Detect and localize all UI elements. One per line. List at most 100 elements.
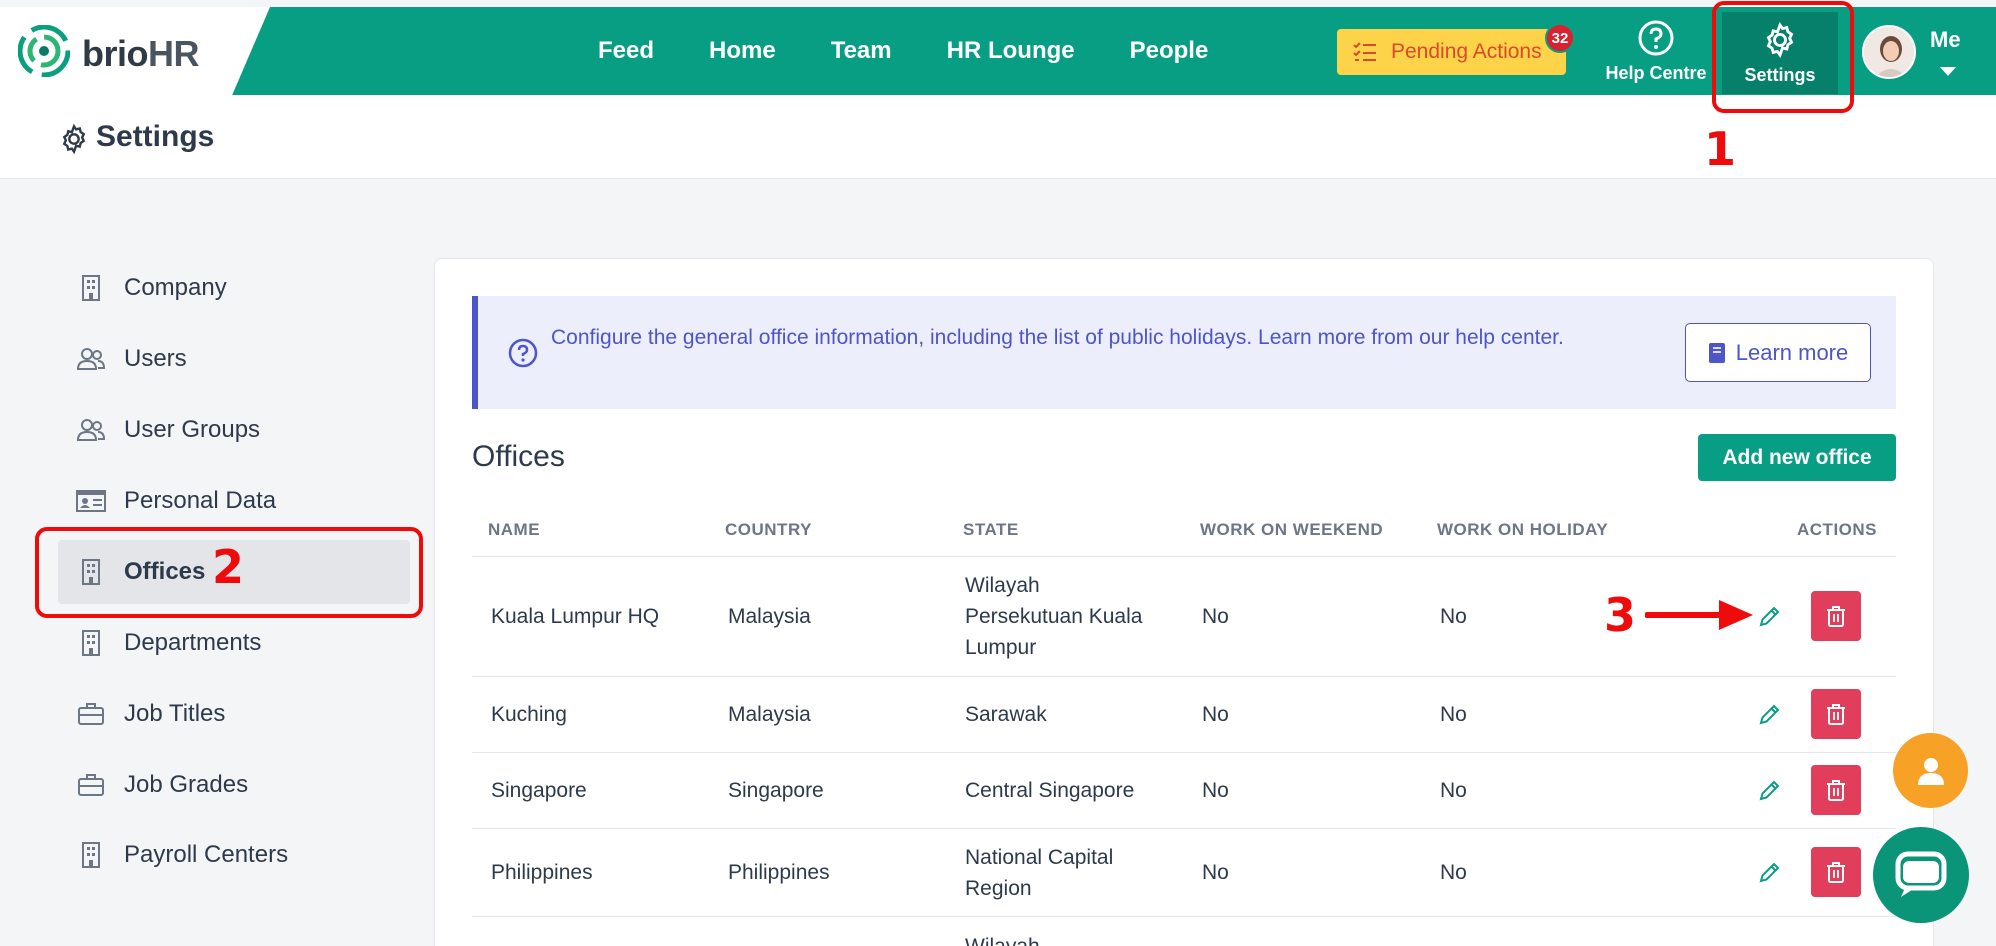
trash-icon — [1827, 780, 1845, 801]
sidebar-item-label: Job Titles — [124, 700, 226, 727]
sidebar-item-label: Users — [124, 345, 187, 372]
sidebar-item-payroll-centers[interactable]: Payroll Centers — [58, 823, 410, 887]
brio-logo-icon — [18, 25, 70, 77]
trash-icon — [1827, 704, 1845, 725]
delete-office-button[interactable] — [1811, 689, 1861, 739]
edit-office-button[interactable] — [1755, 601, 1785, 631]
office-name: Philippines — [491, 861, 593, 884]
column-header-work-on-holiday[interactable]: WORK ON HOLIDAY — [1437, 520, 1608, 540]
column-header-country[interactable]: COUNTRY — [725, 520, 812, 540]
office-work-on-weekend: No — [1202, 779, 1229, 802]
learn-more-label: Learn more — [1735, 339, 1849, 365]
help-icon — [1638, 20, 1674, 55]
help-centre-label: Help Centre — [1605, 62, 1707, 83]
pending-actions-button[interactable]: Pending Actions — [1337, 29, 1566, 75]
office-country: Malaysia — [728, 703, 811, 726]
briefcase-icon — [76, 770, 106, 800]
page-header: Settings — [0, 95, 1996, 179]
learn-more-button[interactable]: Learn more — [1685, 323, 1871, 382]
pending-actions-label: Pending Actions — [1391, 40, 1542, 63]
delete-office-button[interactable] — [1811, 765, 1861, 815]
trash-icon — [1827, 606, 1845, 627]
trash-icon — [1827, 862, 1845, 883]
sidebar-item-personal-data[interactable]: Personal Data — [58, 469, 410, 533]
chevron-down-icon[interactable] — [1940, 67, 1956, 76]
sidebar-item-label: Job Grades — [124, 771, 249, 798]
office-state: Wilayah — [965, 574, 1040, 597]
edit-office-button[interactable] — [1755, 857, 1785, 887]
office-state: Region — [965, 877, 1032, 900]
avatar[interactable] — [1862, 25, 1916, 79]
row-divider — [472, 556, 1896, 557]
pencil-icon — [1759, 780, 1780, 801]
user-icon — [1917, 757, 1944, 785]
edit-office-button[interactable] — [1755, 775, 1785, 805]
logo[interactable]: brioHR — [0, 7, 270, 95]
sidebar-item-users[interactable]: Users — [58, 327, 410, 391]
annotation-arrow-icon — [1645, 600, 1753, 630]
row-divider — [472, 676, 1896, 677]
row-divider — [472, 916, 1896, 917]
office-work-on-holiday: No — [1440, 605, 1467, 628]
column-header-state[interactable]: STATE — [963, 520, 1019, 540]
annotation-box-settings — [1712, 1, 1854, 113]
me-label[interactable]: Me — [1930, 27, 1961, 53]
chat-icon — [1895, 851, 1947, 897]
office-country: Singapore — [728, 779, 824, 802]
nav-people[interactable]: People — [1130, 37, 1209, 65]
chat-button[interactable] — [1873, 827, 1969, 923]
office-work-on-weekend: No — [1202, 605, 1229, 628]
delete-office-button[interactable] — [1811, 847, 1861, 897]
sidebar-item-label: Company — [124, 274, 227, 301]
info-text: Configure the general office information… — [551, 326, 1564, 349]
annotation-number: 3 — [1604, 588, 1637, 642]
office-name: Kuching — [491, 703, 567, 726]
column-header-actions: ACTIONS — [1797, 520, 1877, 539]
office-state: Persekutuan Kuala — [965, 605, 1143, 628]
pencil-icon — [1759, 862, 1780, 883]
office-work-on-holiday: No — [1440, 861, 1467, 884]
delete-office-button[interactable] — [1811, 591, 1861, 641]
building-icon — [76, 840, 106, 870]
row-divider — [472, 752, 1896, 753]
office-work-on-weekend: No — [1202, 861, 1229, 884]
sidebar-item-label: Departments — [124, 629, 262, 656]
office-work-on-holiday: No — [1440, 779, 1467, 802]
office-name: Kuala Lumpur HQ — [491, 605, 660, 628]
page-title: Settings — [96, 120, 215, 153]
help-centre-button[interactable]: Help Centre — [1600, 7, 1712, 95]
column-header-work-on-weekend[interactable]: WORK ON WEEKEND — [1200, 520, 1383, 540]
office-state: Lumpur — [965, 636, 1037, 659]
column-header-name[interactable]: NAME — [488, 520, 540, 540]
office-state: Central Singapore — [965, 779, 1135, 802]
sidebar-item-departments[interactable]: Departments — [58, 611, 410, 675]
annotation-number: 1 — [1704, 122, 1737, 176]
edit-office-button[interactable] — [1755, 699, 1785, 729]
user-support-button[interactable] — [1893, 733, 1968, 808]
sidebar-item-company[interactable]: Company — [58, 256, 410, 320]
sidebar-item-job-grades[interactable]: Job Grades — [58, 753, 410, 817]
pending-count-badge: 32 — [1545, 23, 1575, 53]
sidebar-item-job-titles[interactable]: Job Titles — [58, 682, 410, 746]
sidebar-item-user-groups[interactable]: User Groups — [58, 398, 410, 462]
add-new-office-button[interactable]: Add new office — [1698, 434, 1896, 481]
row-divider — [472, 828, 1896, 829]
nav-links: Feed Home Team HR Lounge People — [598, 7, 1263, 95]
nav-team[interactable]: Team — [831, 37, 892, 65]
annotation-number: 2 — [212, 540, 245, 594]
nav-feed[interactable]: Feed — [598, 37, 654, 65]
offices-heading: Offices — [472, 440, 565, 473]
user-photo-icon — [1864, 27, 1914, 77]
info-banner: Configure the general office information… — [472, 296, 1896, 409]
users-icon — [76, 344, 106, 374]
nav-hr-lounge[interactable]: HR Lounge — [947, 37, 1075, 65]
top-nav: brioHR Feed Home Team HR Lounge People P… — [0, 7, 1996, 95]
sidebar-item-label: User Groups — [124, 416, 261, 443]
question-circle-icon — [508, 338, 538, 368]
office-work-on-weekend: No — [1202, 703, 1229, 726]
office-state: Wilayah — [965, 931, 1040, 946]
checklist-icon — [1353, 42, 1376, 61]
nav-home[interactable]: Home — [709, 37, 776, 65]
id-card-icon — [76, 486, 106, 516]
office-country: Philippines — [728, 861, 830, 884]
